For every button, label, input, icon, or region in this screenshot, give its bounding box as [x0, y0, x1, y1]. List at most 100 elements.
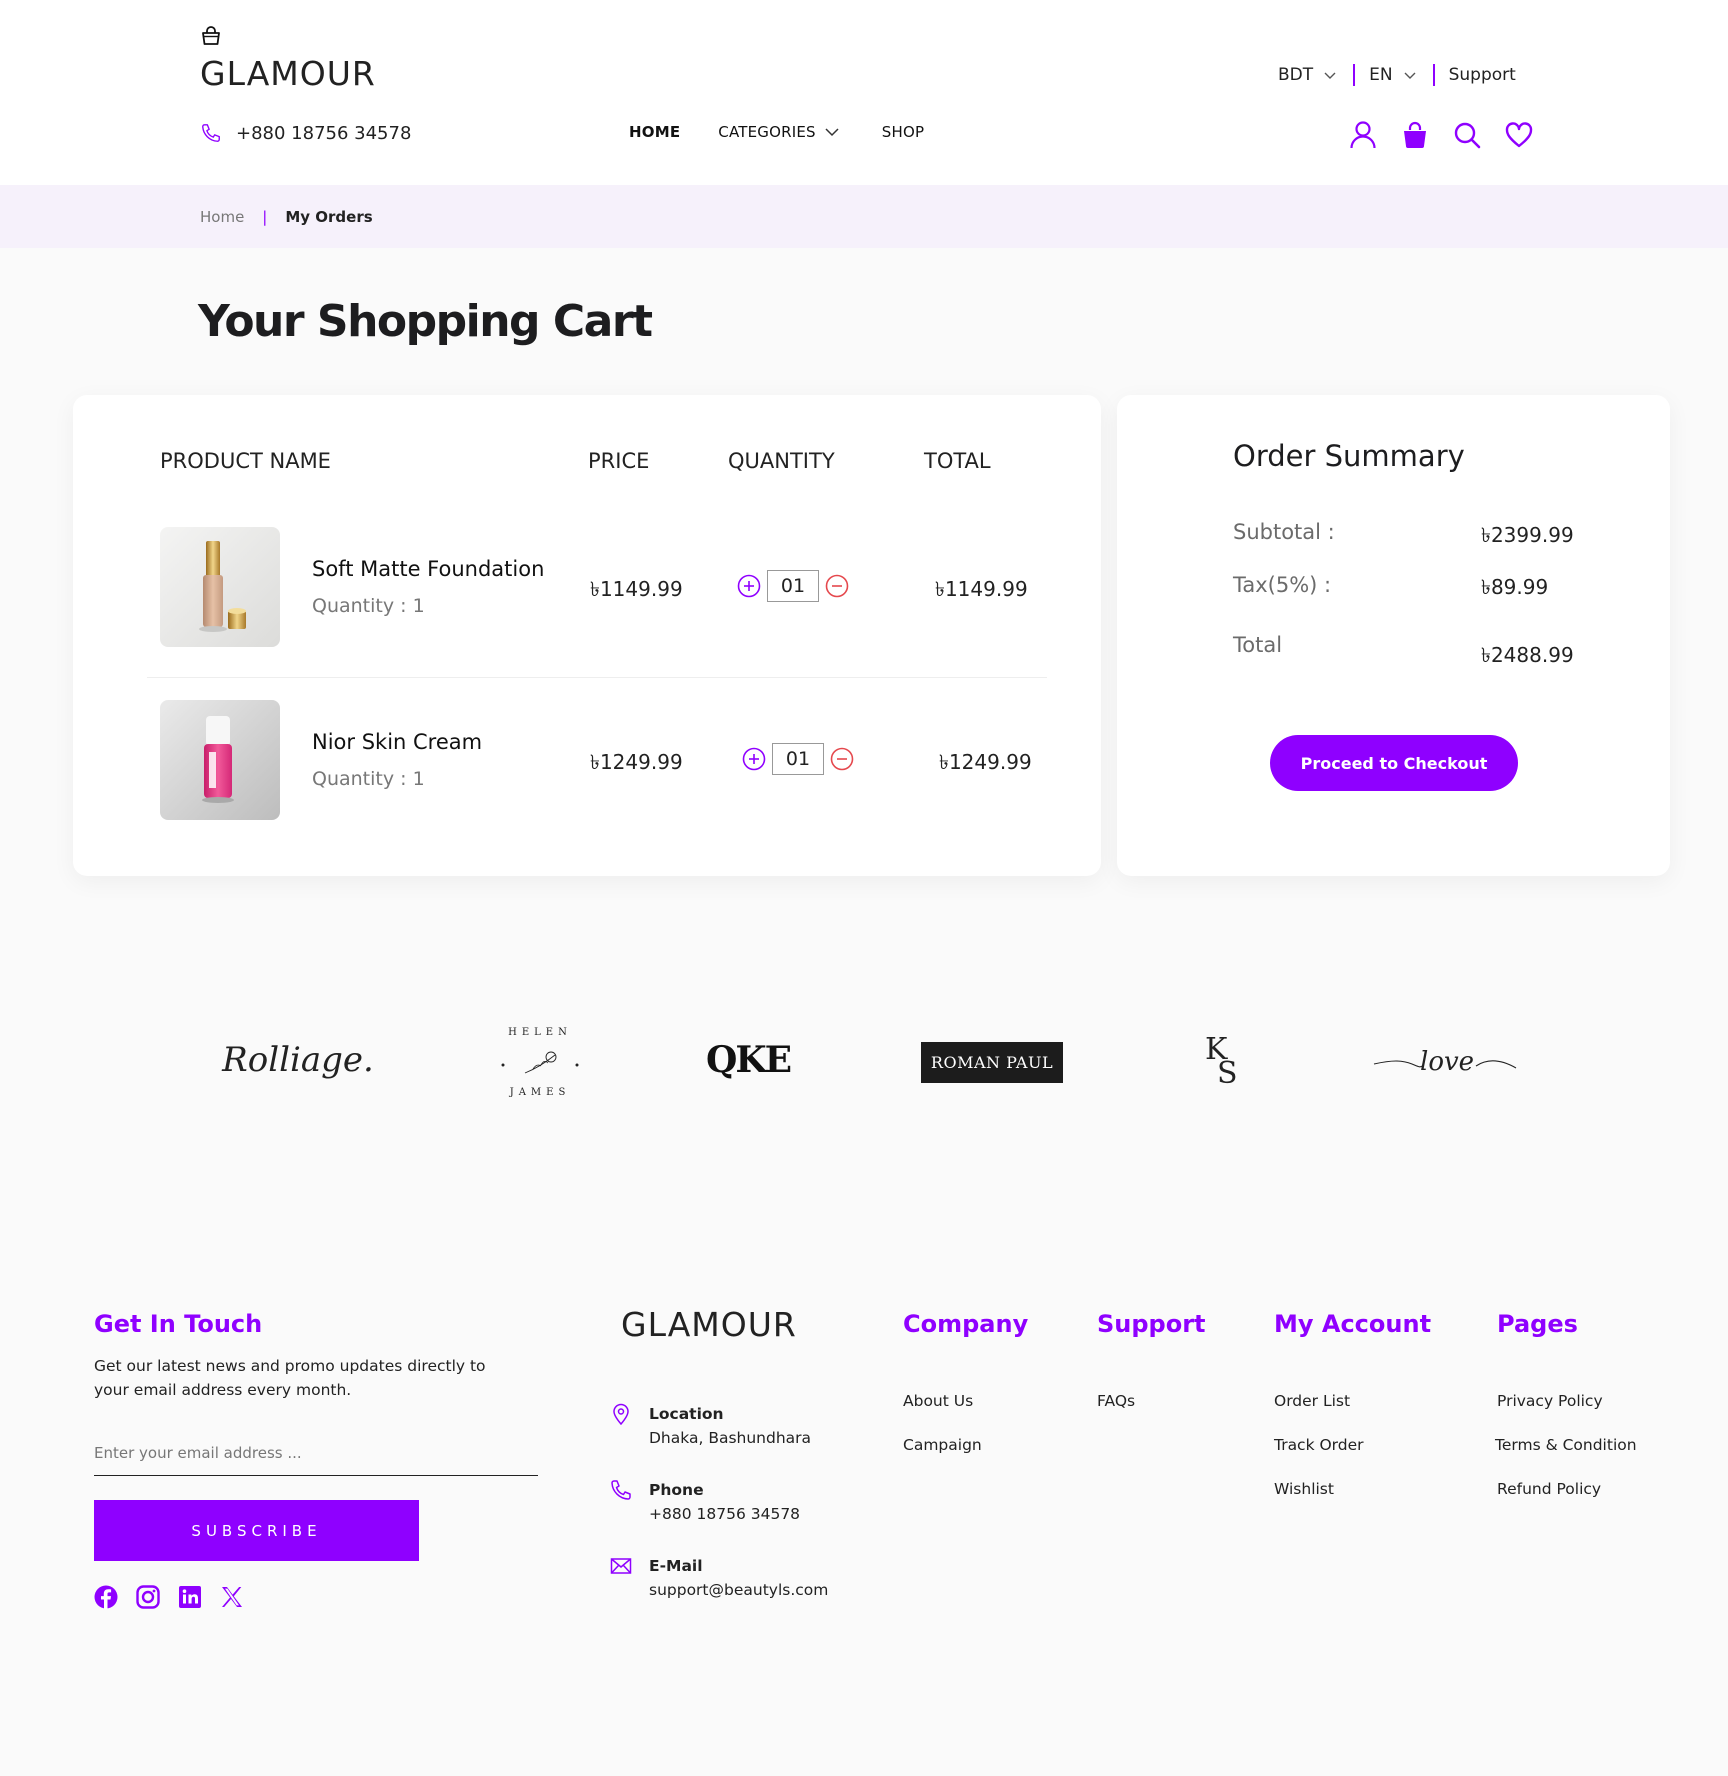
quantity-input[interactable]: [767, 570, 819, 602]
breadcrumb-home[interactable]: Home: [200, 208, 244, 226]
support-link[interactable]: Support: [1449, 65, 1516, 85]
column-header-product: PRODUCT NAME: [160, 449, 331, 473]
x-icon[interactable]: [220, 1585, 244, 1609]
heart-icon[interactable]: [1504, 120, 1534, 150]
shopping-bag-icon[interactable]: [1400, 120, 1430, 150]
quantity-input[interactable]: [772, 743, 824, 775]
order-summary: Order Summary Subtotal : ৳2399.99 Tax(5%…: [1117, 395, 1670, 876]
breadcrumb: Home | My Orders: [0, 185, 1728, 248]
footer-account-heading: My Account: [1274, 1310, 1432, 1338]
header-phone[interactable]: +880 18756 34578: [200, 122, 411, 144]
brand-logo-rolliage[interactable]: Rolliage.: [222, 1010, 374, 1110]
column-header-total: TOTAL: [924, 449, 991, 473]
cart-row: Nior Skin Cream Quantity : 1 ৳1249.99 ৳1…: [73, 700, 1101, 820]
brand-logo-love[interactable]: love: [1372, 1010, 1518, 1110]
user-icon[interactable]: [1348, 120, 1378, 150]
contact-phone: Phone +880 18756 34578: [609, 1478, 800, 1526]
email-field[interactable]: [94, 1430, 538, 1476]
currency-label: BDT: [1278, 65, 1314, 85]
brand-logo-helen-james[interactable]: HELEN JAMES: [495, 1010, 585, 1110]
product-image-cream[interactable]: [160, 700, 280, 820]
product-name[interactable]: Soft Matte Foundation: [312, 557, 544, 581]
product-quantity-label: Quantity : 1: [312, 768, 425, 790]
email-label: E-Mail: [649, 1557, 703, 1575]
footer-link-faqs[interactable]: FAQs: [1097, 1392, 1135, 1410]
nav-shop[interactable]: SHOP: [882, 123, 924, 141]
location-pin-icon: [613, 1403, 629, 1426]
footer-link-campaign[interactable]: Campaign: [903, 1436, 982, 1454]
nav-categories-label: CATEGORIES: [718, 123, 816, 141]
footer-link-about-us[interactable]: About Us: [903, 1392, 973, 1410]
product-price: ৳1249.99: [590, 750, 683, 774]
social-links: [94, 1585, 244, 1609]
email-value[interactable]: support@beautyls.com: [649, 1578, 828, 1602]
quantity-stepper: [737, 570, 849, 602]
page-title: Your Shopping Cart: [198, 296, 653, 347]
cart-table: PRODUCT NAME PRICE QUANTITY TOTAL Soft M…: [73, 395, 1101, 876]
divider: [1432, 64, 1435, 86]
site-header: GLAMOUR +880 18756 34578 HOME CATEGORIES…: [0, 0, 1728, 185]
linkedin-icon[interactable]: [178, 1585, 202, 1609]
facebook-icon[interactable]: [94, 1585, 118, 1609]
product-quantity-label: Quantity : 1: [312, 595, 425, 617]
footer-link-privacy-policy[interactable]: Privacy Policy: [1497, 1392, 1603, 1410]
brand-logo-roman-paul[interactable]: ROMAN PAUL: [921, 1042, 1063, 1083]
product-total: ৳1149.99: [935, 577, 1028, 601]
brand-logo-qke[interactable]: QKE: [706, 1010, 792, 1110]
product-total: ৳1249.99: [939, 750, 1032, 774]
tax-label: Tax(5%) :: [1233, 573, 1332, 597]
search-icon[interactable]: [1452, 120, 1482, 150]
brand-logo-ks[interactable]: K S: [1195, 1010, 1245, 1110]
header-phone-number: +880 18756 34578: [236, 122, 412, 144]
phone-value[interactable]: +880 18756 34578: [649, 1502, 800, 1526]
minus-icon[interactable]: [830, 747, 854, 771]
minus-icon[interactable]: [825, 574, 849, 598]
chevron-down-icon: [825, 128, 839, 137]
footer-link-terms[interactable]: Terms & Condition: [1495, 1436, 1637, 1454]
footer-logo[interactable]: GLAMOUR: [621, 1305, 797, 1344]
product-name[interactable]: Nior Skin Cream: [312, 730, 482, 754]
newsletter-text: Get our latest news and promo updates di…: [94, 1357, 486, 1399]
quantity-stepper: [742, 743, 854, 775]
chevron-down-icon: [1404, 72, 1416, 79]
currency-select[interactable]: BDT: [1278, 65, 1337, 85]
brand-love-text: love: [1420, 1047, 1474, 1077]
footer-company-heading: Company: [903, 1310, 1029, 1338]
nav-home[interactable]: HOME: [629, 123, 680, 141]
nav-categories[interactable]: CATEGORIES: [718, 123, 840, 141]
proceed-to-checkout-button[interactable]: Proceed to Checkout: [1270, 735, 1518, 791]
footer-link-refund-policy[interactable]: Refund Policy: [1497, 1480, 1601, 1498]
main-nav: HOME CATEGORIES SHOP: [629, 123, 924, 141]
instagram-icon[interactable]: [136, 1585, 160, 1609]
brand-ks-s: S: [1217, 1056, 1238, 1091]
subtotal-value: ৳2399.99: [1481, 523, 1574, 547]
language-label: EN: [1369, 65, 1393, 85]
total-value: ৳2488.99: [1481, 643, 1574, 667]
header-actions: [1348, 120, 1534, 150]
phone-icon: [611, 1480, 631, 1500]
logo-text: GLAMOUR: [200, 54, 376, 93]
cart-row: Soft Matte Foundation Quantity : 1 ৳1149…: [73, 527, 1101, 647]
footer-pages-heading: Pages: [1497, 1310, 1578, 1338]
row-divider: [147, 677, 1047, 678]
mail-icon: [610, 1558, 632, 1574]
phone-icon: [202, 124, 220, 142]
subscribe-button[interactable]: SUBSCRIBE: [94, 1500, 419, 1561]
chevron-down-icon: [1324, 72, 1336, 79]
plus-icon[interactable]: [742, 747, 766, 771]
brand-logos: Rolliage. HELEN JAMES QKE ROMAN PAUL K S…: [0, 1010, 1728, 1110]
divider: [1353, 64, 1356, 86]
column-header-price: PRICE: [588, 449, 650, 473]
footer-link-wishlist[interactable]: Wishlist: [1274, 1480, 1334, 1498]
footer-get-in-touch-heading: Get In Touch: [94, 1310, 263, 1338]
footer-link-order-list[interactable]: Order List: [1274, 1392, 1350, 1410]
phone-label: Phone: [649, 1481, 704, 1499]
footer-link-track-order[interactable]: Track Order: [1274, 1436, 1364, 1454]
plus-icon[interactable]: [737, 574, 761, 598]
language-select[interactable]: EN: [1369, 65, 1416, 85]
contact-email: E-Mail support@beautyls.com: [609, 1554, 828, 1602]
product-image-foundation[interactable]: [160, 527, 280, 647]
subtotal-label: Subtotal :: [1233, 520, 1335, 544]
breadcrumb-current: My Orders: [285, 207, 373, 226]
brand-helen-top: HELEN: [508, 1027, 572, 1038]
